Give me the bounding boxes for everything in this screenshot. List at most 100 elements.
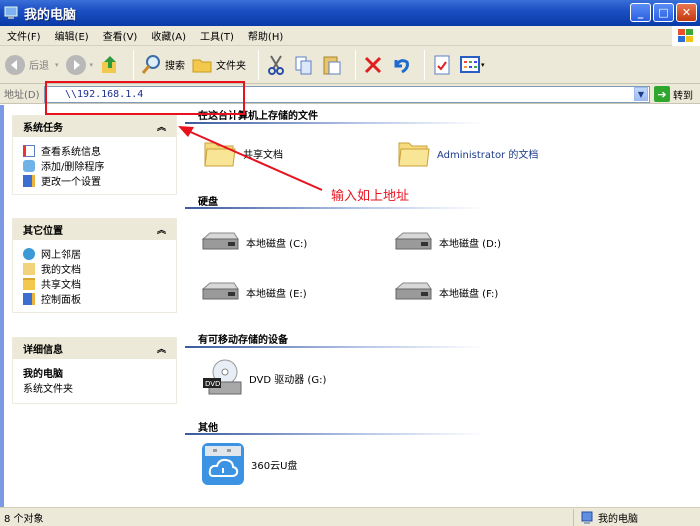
title-bar: 我的电脑 _ □ ✕ [0, 0, 700, 26]
my-documents-icon [23, 262, 35, 275]
go-arrow-icon: ➔ [654, 86, 670, 102]
menu-file[interactable]: 文件(F) [0, 28, 48, 43]
undo-icon [394, 58, 409, 73]
device-360-cloud-usb[interactable]: 360云U盘 [201, 442, 297, 486]
maximize-button[interactable]: □ [653, 3, 674, 22]
status-location: 我的电脑 [573, 509, 638, 526]
menu-tools[interactable]: 工具(T) [193, 28, 241, 43]
toolbar-separator [355, 49, 357, 80]
other-places-panel: 其它位置 ︽ 网上邻居 我的文档 共享文档 控制面板 [12, 218, 177, 313]
task-add-remove-programs[interactable]: 添加/删除程序 [23, 158, 166, 173]
toolbar-separator [133, 49, 135, 80]
details-header[interactable]: 详细信息 ︽ [13, 338, 176, 358]
folders-button[interactable]: 文件夹 [191, 54, 246, 76]
drive-c[interactable]: 本地磁盘 (C:) [200, 231, 307, 253]
details-panel: 详细信息 ︽ 我的电脑 系统文件夹 [12, 337, 177, 404]
menu-edit[interactable]: 编辑(E) [48, 28, 96, 43]
cut-button[interactable] [265, 54, 287, 76]
chevron-down-icon: ▾ [89, 60, 94, 69]
section-header-other: 其他 [198, 423, 218, 434]
toolbar-separator [424, 49, 426, 80]
window-title: 我的电脑 [24, 7, 77, 23]
close-button[interactable]: ✕ [676, 3, 697, 22]
up-folder-button[interactable] [99, 54, 121, 76]
back-button[interactable]: 后退 ▾ [4, 54, 59, 76]
folders-icon [192, 59, 212, 72]
system-info-icon [23, 144, 35, 157]
computer-icon [581, 511, 593, 524]
place-network[interactable]: 网上邻居 [23, 246, 166, 261]
windows-logo-icon [672, 26, 700, 46]
network-places-icon [23, 247, 35, 260]
views-icon [460, 55, 481, 73]
search-button[interactable]: 搜索 [140, 54, 185, 76]
section-header-stored-files: 在这台计算机上存储的文件 [198, 111, 318, 122]
folder-administrator-documents[interactable]: Administrator 的文档 [397, 137, 538, 169]
back-arrow-icon [5, 54, 25, 75]
status-bar: 8 个对象 我的电脑 [0, 507, 700, 526]
section-divider [185, 207, 485, 209]
place-my-documents[interactable]: 我的文档 [23, 261, 166, 276]
control-panel-icon [23, 292, 35, 305]
folder-icon [204, 142, 236, 167]
place-shared-documents[interactable]: 共享文档 [23, 276, 166, 291]
address-bar: 地址(D) \\192.168.1.4 ▼ ➔ 转到 [0, 84, 700, 104]
computer-icon [4, 6, 18, 19]
folder-shared-documents[interactable]: 共享文档 [203, 137, 283, 169]
drive-d[interactable]: 本地磁盘 (D:) [393, 231, 501, 253]
section-divider [185, 433, 485, 435]
hard-disk-icon [201, 282, 239, 300]
toolbar: 后退 ▾ ▾ 搜索 文件夹 ▾ [0, 46, 700, 84]
menu-help[interactable]: 帮助(H) [241, 28, 290, 43]
section-header-hard-disks: 硬盘 [198, 197, 218, 208]
menu-view[interactable]: 查看(V) [96, 28, 145, 43]
hard-disk-icon [394, 282, 432, 300]
section-header-removable: 有可移动存储的设备 [198, 335, 288, 346]
search-icon [141, 54, 161, 74]
system-tasks-panel: 系统任务 ︽ 查看系统信息 添加/删除程序 更改一个设置 [12, 115, 177, 195]
paste-button[interactable] [321, 54, 343, 76]
views-button[interactable]: ▾ [459, 54, 485, 76]
forward-button[interactable]: ▾ [65, 54, 94, 76]
drive-e[interactable]: 本地磁盘 (E:) [200, 281, 307, 303]
drive-dvd-g[interactable]: DVD DVD 驱动器 (G:) [201, 358, 326, 398]
dvd-drive-icon: DVD [203, 359, 242, 395]
up-folder-icon [102, 55, 117, 73]
collapse-icon[interactable]: ︽ [157, 342, 166, 355]
chevron-down-icon: ▾ [55, 60, 59, 69]
section-divider [185, 122, 485, 124]
copy-icon [295, 56, 312, 74]
svg-text:DVD: DVD [205, 380, 220, 388]
collapse-icon[interactable]: ︽ [157, 223, 166, 236]
go-button[interactable]: ➔ 转到 [654, 86, 693, 102]
address-label: 地址(D) [4, 90, 40, 101]
task-change-setting[interactable]: 更改一个设置 [23, 173, 166, 188]
hard-disk-icon [201, 232, 239, 250]
content-area: 在这台计算机上存储的文件 共享文档 Administrator 的文档 硬盘 本… [185, 105, 700, 507]
address-input[interactable]: \\192.168.1.4 [44, 86, 650, 103]
delete-x-icon [364, 56, 382, 73]
undo-button[interactable] [390, 54, 412, 76]
drive-f[interactable]: 本地磁盘 (F:) [393, 281, 498, 303]
minimize-button[interactable]: _ [630, 3, 651, 22]
place-control-panel[interactable]: 控制面板 [23, 291, 166, 306]
details-name: 我的电脑 [23, 369, 63, 380]
details-type: 系统文件夹 [23, 384, 73, 395]
control-panel-icon [23, 174, 35, 187]
system-tasks-header[interactable]: 系统任务 ︽ [13, 116, 176, 136]
copy-button[interactable] [293, 54, 315, 76]
hard-disk-icon [394, 232, 432, 250]
delete-button[interactable] [362, 54, 384, 76]
menu-favorites[interactable]: 收藏(A) [144, 28, 193, 43]
task-view-system-info[interactable]: 查看系统信息 [23, 143, 166, 158]
menu-bar: 文件(F) 编辑(E) 查看(V) 收藏(A) 工具(T) 帮助(H) [0, 26, 700, 46]
properties-button[interactable] [431, 54, 453, 76]
add-remove-programs-icon [23, 159, 35, 172]
cloud-usb-icon [202, 443, 244, 485]
other-places-header[interactable]: 其它位置 ︽ [13, 219, 176, 239]
task-pane: 系统任务 ︽ 查看系统信息 添加/删除程序 更改一个设置 其它位置 ︽ 网上邻居… [0, 105, 185, 507]
folder-icon [398, 142, 430, 167]
collapse-icon[interactable]: ︽ [157, 120, 166, 133]
section-divider [185, 346, 485, 348]
address-dropdown-chevron-icon[interactable]: ▼ [634, 87, 648, 101]
